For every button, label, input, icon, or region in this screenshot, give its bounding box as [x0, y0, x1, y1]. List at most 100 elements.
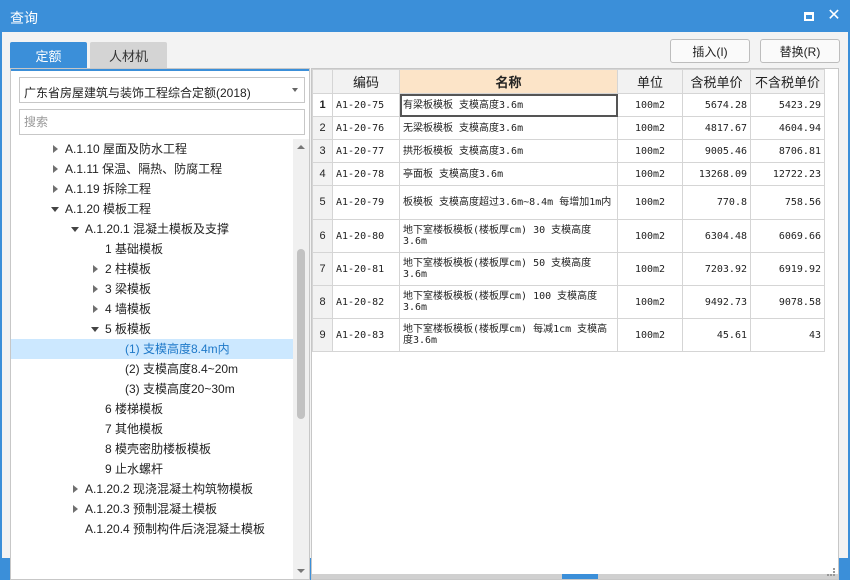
cell-name[interactable]: 有梁板模板 支模高度3.6m	[399, 93, 618, 117]
expand-arrow-right-icon[interactable]	[69, 499, 81, 519]
splitter-bar[interactable]	[312, 571, 838, 579]
cell-price-notax[interactable]: 6919.92	[750, 252, 825, 286]
cell-code[interactable]: A1-20-83	[332, 318, 400, 352]
row-number[interactable]: 5	[312, 185, 333, 220]
cell-price-tax[interactable]: 9005.46	[682, 139, 751, 163]
cell-code[interactable]: A1-20-80	[332, 219, 400, 253]
tree-item[interactable]: 3 梁模板	[11, 279, 293, 299]
cell-code[interactable]: A1-20-81	[332, 252, 400, 286]
row-number[interactable]: 6	[312, 219, 333, 253]
expand-arrow-right-icon[interactable]	[49, 179, 61, 199]
tree-item[interactable]: A.1.20.3 预制混凝土模板	[11, 499, 293, 519]
cell-price-notax[interactable]: 5423.29	[750, 93, 825, 117]
column-header-unit[interactable]: 单位	[617, 69, 683, 94]
scroll-up-icon[interactable]	[297, 145, 305, 149]
cell-code[interactable]: A1-20-82	[332, 285, 400, 319]
tree-item[interactable]: 8 模壳密肋楼板模板	[11, 439, 293, 459]
row-number[interactable]: 9	[312, 318, 333, 352]
tree-item[interactable]: A.1.20.4 预制构件后浇混凝土模板	[11, 519, 293, 539]
cell-price-tax[interactable]: 7203.92	[682, 252, 751, 286]
tree-item[interactable]: A.1.10 屋面及防水工程	[11, 139, 293, 159]
cell-name[interactable]: 拱形板模板 支模高度3.6m	[399, 139, 618, 163]
cell-price-tax[interactable]: 770.8	[682, 185, 751, 220]
cell-unit[interactable]: 100m2	[617, 285, 683, 319]
cell-name[interactable]: 地下室楼板模板(楼板厚cm) 每减1cm 支模高度3.6m	[399, 318, 618, 352]
quota-library-select[interactable]: 广东省房屋建筑与装饰工程综合定额(2018)	[19, 77, 305, 103]
row-number[interactable]: 1	[312, 93, 333, 117]
cell-name[interactable]: 地下室楼板模板(楼板厚cm) 30 支模高度3.6m	[399, 219, 618, 253]
replace-button[interactable]: 替换(R)	[760, 39, 840, 63]
cell-price-tax[interactable]: 5674.28	[682, 93, 751, 117]
table-row[interactable]: 6 A1-20-80 地下室楼板模板(楼板厚cm) 30 支模高度3.6m 100m2…	[312, 219, 825, 253]
tree-item[interactable]: (1) 支模高度8.4m内	[11, 339, 293, 359]
table-row[interactable]: 4 A1-20-78 亭面板 支模高度3.6m 100m2 13268.09 12722.…	[312, 162, 825, 186]
row-number[interactable]: 7	[312, 252, 333, 286]
tree-item[interactable]: 5 板模板	[11, 319, 293, 339]
tree-scrollbar[interactable]	[293, 139, 309, 579]
expand-arrow-right-icon[interactable]	[69, 479, 81, 499]
close-button[interactable]: ✕	[825, 7, 843, 25]
cell-price-tax[interactable]: 4817.67	[682, 116, 751, 140]
expand-arrow-down-icon[interactable]	[69, 219, 81, 239]
cell-unit[interactable]: 100m2	[617, 318, 683, 352]
cell-code[interactable]: A1-20-75	[332, 93, 400, 117]
tree-item[interactable]: A.1.20.1 混凝土模板及支撑	[11, 219, 293, 239]
cell-price-tax[interactable]: 45.61	[682, 318, 751, 352]
cell-price-notax[interactable]: 8706.81	[750, 139, 825, 163]
tree-item[interactable]: 6 楼梯模板	[11, 399, 293, 419]
cell-unit[interactable]: 100m2	[617, 139, 683, 163]
expand-arrow-right-icon[interactable]	[49, 139, 61, 159]
cell-price-notax[interactable]: 9078.58	[750, 285, 825, 319]
cell-unit[interactable]: 100m2	[617, 162, 683, 186]
row-number[interactable]: 2	[312, 116, 333, 140]
column-header-price-tax[interactable]: 含税单价	[682, 69, 751, 94]
table-row[interactable]: 3 A1-20-77 拱形板模板 支模高度3.6m 100m2 9005.46 8706.…	[312, 139, 825, 163]
tree-item[interactable]: A.1.11 保温、隔热、防腐工程	[11, 159, 293, 179]
column-header-code[interactable]: 编码	[332, 69, 400, 94]
cell-price-tax[interactable]: 9492.73	[682, 285, 751, 319]
expand-arrow-right-icon[interactable]	[49, 159, 61, 179]
cell-unit[interactable]: 100m2	[617, 252, 683, 286]
table-row[interactable]: 2 A1-20-76 无梁板模板 支模高度3.6m 100m2 4817.67 4604.…	[312, 116, 825, 140]
scrollbar-thumb[interactable]	[297, 249, 305, 419]
cell-unit[interactable]: 100m2	[617, 116, 683, 140]
tree-item[interactable]: (2) 支模高度8.4~20m	[11, 359, 293, 379]
expand-arrow-right-icon[interactable]	[89, 299, 101, 319]
cell-price-notax[interactable]: 6069.66	[750, 219, 825, 253]
expand-arrow-down-icon[interactable]	[89, 319, 101, 339]
expand-arrow-right-icon[interactable]	[89, 259, 101, 279]
resize-grip-icon[interactable]	[827, 568, 835, 576]
expand-arrow-right-icon[interactable]	[89, 279, 101, 299]
insert-button[interactable]: 插入(I)	[670, 39, 750, 63]
table-row[interactable]: 8 A1-20-82 地下室楼板模板(楼板厚cm) 100 支模高度3.6m 100m…	[312, 285, 825, 319]
cell-unit[interactable]: 100m2	[617, 185, 683, 220]
cell-price-notax[interactable]: 12722.23	[750, 162, 825, 186]
row-number[interactable]: 8	[312, 285, 333, 319]
scroll-down-icon[interactable]	[297, 569, 305, 573]
cell-code[interactable]: A1-20-77	[332, 139, 400, 163]
search-input[interactable]	[19, 109, 305, 135]
row-number[interactable]: 4	[312, 162, 333, 186]
column-header-name[interactable]: 名称	[399, 69, 618, 94]
tree-item[interactable]: 1 基础模板	[11, 239, 293, 259]
column-header-price-notax[interactable]: 不含税单价	[750, 69, 825, 94]
cell-name[interactable]: 地下室楼板模板(楼板厚cm) 100 支模高度3.6m	[399, 285, 618, 319]
table-row[interactable]: 1 A1-20-75 有梁板模板 支模高度3.6m 100m2 5674.28 5423.…	[312, 93, 825, 117]
cell-code[interactable]: A1-20-76	[332, 116, 400, 140]
splitter-handle[interactable]	[562, 571, 598, 579]
cell-name[interactable]: 板模板 支模高度超过3.6m~8.4m 每增加1m内	[399, 185, 618, 220]
tree-item[interactable]: 2 柱模板	[11, 259, 293, 279]
tree-item[interactable]: A.1.20.2 现浇混凝土构筑物模板	[11, 479, 293, 499]
cell-name[interactable]: 亭面板 支模高度3.6m	[399, 162, 618, 186]
cell-price-tax[interactable]: 13268.09	[682, 162, 751, 186]
cell-code[interactable]: A1-20-79	[332, 185, 400, 220]
tree-item[interactable]: 4 墙模板	[11, 299, 293, 319]
row-number[interactable]: 3	[312, 139, 333, 163]
expand-arrow-down-icon[interactable]	[49, 199, 61, 219]
cell-price-notax[interactable]: 4604.94	[750, 116, 825, 140]
tree-item[interactable]: (3) 支模高度20~30m	[11, 379, 293, 399]
cell-unit[interactable]: 100m2	[617, 219, 683, 253]
table-row[interactable]: 9 A1-20-83 地下室楼板模板(楼板厚cm) 每减1cm 支模高度3.6m 10…	[312, 318, 825, 352]
maximize-button[interactable]	[800, 7, 818, 25]
tree-item[interactable]: A.1.19 拆除工程	[11, 179, 293, 199]
